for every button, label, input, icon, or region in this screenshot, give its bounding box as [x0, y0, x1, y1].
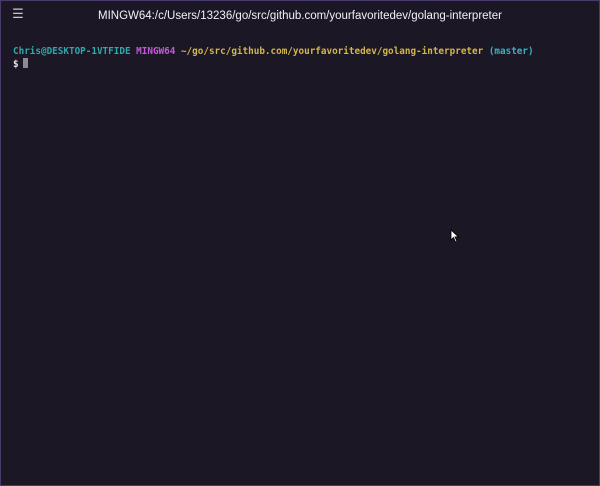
text-cursor	[22, 58, 28, 68]
prompt-branch: (master)	[488, 46, 534, 57]
prompt-symbol: $	[13, 59, 19, 70]
window-title: MINGW64:/c/Users/13236/go/src/github.com…	[98, 10, 502, 22]
prompt-system: MINGW64	[136, 46, 176, 57]
terminal-window: ☰ MINGW64:/c/Users/13236/go/src/github.c…	[0, 0, 600, 486]
input-line[interactable]: $	[13, 58, 588, 70]
prompt-user: Chris@DESKTOP-1VTFIDE	[13, 46, 131, 57]
prompt-line: Chris@DESKTOP-1VTFIDE MINGW64 ~/go/src/g…	[13, 46, 588, 58]
title-bar: ☰ MINGW64:/c/Users/13236/go/src/github.c…	[1, 1, 599, 31]
hamburger-menu-icon[interactable]: ☰	[11, 7, 25, 23]
terminal-output[interactable]: Chris@DESKTOP-1VTFIDE MINGW64 ~/go/src/g…	[13, 46, 588, 476]
prompt-path: ~/go/src/github.com/yourfavoritedev/gola…	[180, 46, 484, 57]
mouse-pointer-icon	[450, 229, 460, 243]
